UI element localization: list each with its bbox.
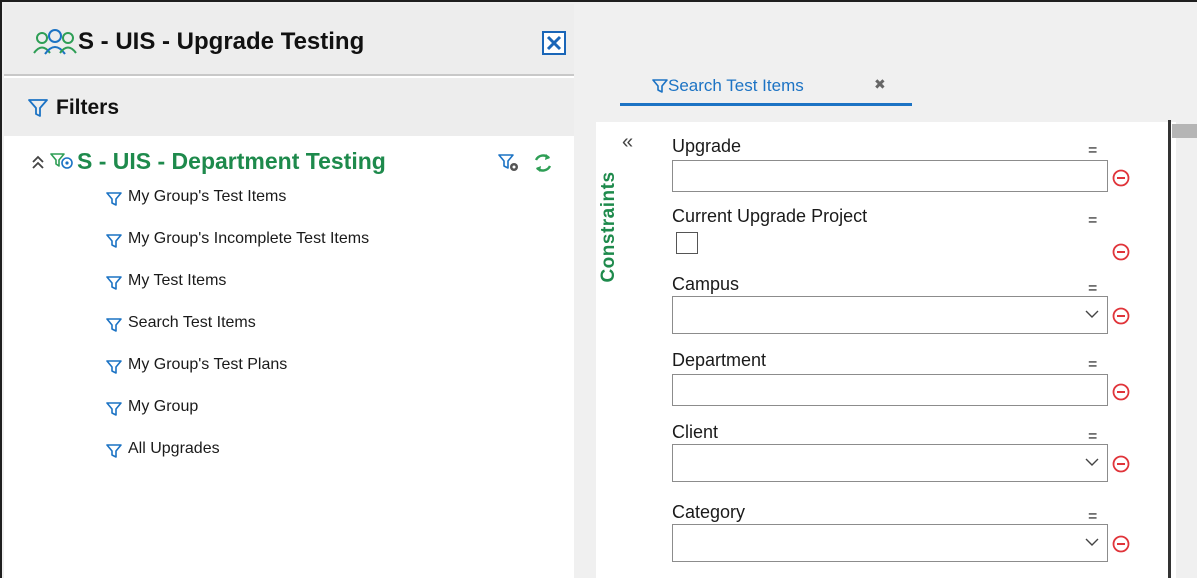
department-input[interactable]: [672, 374, 1108, 406]
filter-list: My Group's Test Items My Group's Incompl…: [106, 188, 369, 482]
client-select[interactable]: [672, 444, 1108, 482]
app-window: S - UIS - Upgrade Testing Filters S - UI…: [0, 0, 1197, 578]
campus-select[interactable]: [672, 296, 1108, 334]
filter-item-my-test-items[interactable]: My Test Items: [106, 272, 369, 314]
funnel-icon: [106, 234, 122, 248]
app-header: S - UIS - Upgrade Testing: [4, 4, 574, 76]
funnel-icon: [28, 99, 48, 117]
filters-header: Filters: [4, 78, 574, 136]
category-select[interactable]: [672, 524, 1108, 562]
tab-close-icon[interactable]: ✖: [874, 76, 886, 93]
current-upgrade-project-checkbox[interactable]: [676, 232, 698, 254]
constraint-upgrade: Upgrade =: [672, 136, 1130, 196]
funnel-icon: [106, 192, 122, 206]
constraint-category: Category =: [672, 502, 1130, 568]
splitter[interactable]: [1168, 120, 1171, 578]
remove-constraint-icon[interactable]: [1112, 169, 1130, 187]
upgrade-input[interactable]: [672, 160, 1108, 192]
filter-item-label: My Group's Test Plans: [128, 356, 288, 373]
close-panel-button[interactable]: [542, 31, 566, 55]
constraint-operator: =: [1088, 142, 1098, 159]
constraint-operator: =: [1088, 356, 1098, 373]
filter-settings-icon[interactable]: [498, 152, 520, 174]
group-filter-icon: [50, 153, 73, 169]
filter-item-my-groups-test-plans[interactable]: My Group's Test Plans: [106, 356, 369, 398]
remove-constraint-icon[interactable]: [1112, 243, 1130, 261]
chevron-down-icon: [1085, 458, 1099, 466]
filter-item-my-group[interactable]: My Group: [106, 398, 369, 440]
refresh-icon[interactable]: [532, 152, 554, 174]
search-content: « Constraints Upgrade = Current Upgrade …: [596, 122, 1176, 578]
remove-constraint-icon[interactable]: [1112, 383, 1130, 401]
filter-item-label: My Group's Test Items: [128, 188, 287, 205]
remove-constraint-icon[interactable]: [1112, 455, 1130, 473]
constraint-label: Upgrade: [672, 136, 742, 156]
main-area: Search Test Items ✖ « Constraints Upgrad…: [574, 4, 1197, 578]
constraint-current-upgrade-project: Current Upgrade Project =: [672, 206, 1130, 266]
funnel-icon: [652, 79, 668, 93]
funnel-icon: [106, 402, 122, 416]
constraints-label: Constraints: [598, 171, 619, 283]
tree-root-group[interactable]: S - UIS - Department Testing: [30, 148, 570, 182]
filter-item-label: Search Test Items: [128, 314, 256, 331]
constraint-label: Current Upgrade Project: [672, 206, 868, 226]
filter-item-my-groups-incomplete-test-items[interactable]: My Group's Incomplete Test Items: [106, 230, 369, 272]
filters-title: Filters: [56, 96, 120, 119]
filter-item-label: My Group: [128, 398, 199, 415]
app-title: S - UIS - Upgrade Testing: [78, 28, 365, 55]
constraint-label: Department: [672, 350, 767, 370]
filter-item-label: My Test Items: [128, 272, 227, 289]
double-chevron-up-icon[interactable]: [30, 154, 46, 170]
close-box-icon: [546, 35, 562, 51]
funnel-icon: [106, 444, 122, 458]
constraint-campus: Campus =: [672, 274, 1130, 340]
constraint-client: Client =: [672, 422, 1130, 488]
chevron-down-icon: [1085, 538, 1099, 546]
filter-item-all-upgrades[interactable]: All Upgrades: [106, 440, 369, 482]
remove-constraint-icon[interactable]: [1112, 307, 1130, 325]
funnel-icon: [106, 276, 122, 290]
collapse-constraints-icon[interactable]: «: [622, 132, 633, 152]
root-group-label: S - UIS - Department Testing: [77, 148, 386, 174]
constraint-label: Category: [672, 502, 746, 522]
left-panel: S - UIS - Upgrade Testing Filters S - UI…: [4, 4, 574, 578]
filter-item-label: All Upgrades: [128, 440, 220, 457]
remove-constraint-icon[interactable]: [1112, 535, 1130, 553]
constraint-department: Department =: [672, 350, 1130, 410]
constraint-label: Campus: [672, 274, 740, 294]
filter-item-my-groups-test-items[interactable]: My Group's Test Items: [106, 188, 369, 230]
filter-item-search-test-items[interactable]: Search Test Items: [106, 314, 369, 356]
funnel-icon: [106, 318, 122, 332]
tab-label: Search Test Items: [668, 76, 804, 95]
filter-item-label: My Group's Incomplete Test Items: [128, 230, 370, 247]
funnel-icon: [106, 360, 122, 374]
constraint-label: Client: [672, 422, 719, 442]
constraint-operator: =: [1088, 212, 1098, 229]
scrollbar-thumb[interactable]: [1172, 124, 1197, 138]
tab-search-test-items[interactable]: Search Test Items ✖: [620, 72, 912, 106]
group-users-icon: [32, 28, 78, 58]
chevron-down-icon: [1085, 310, 1099, 318]
